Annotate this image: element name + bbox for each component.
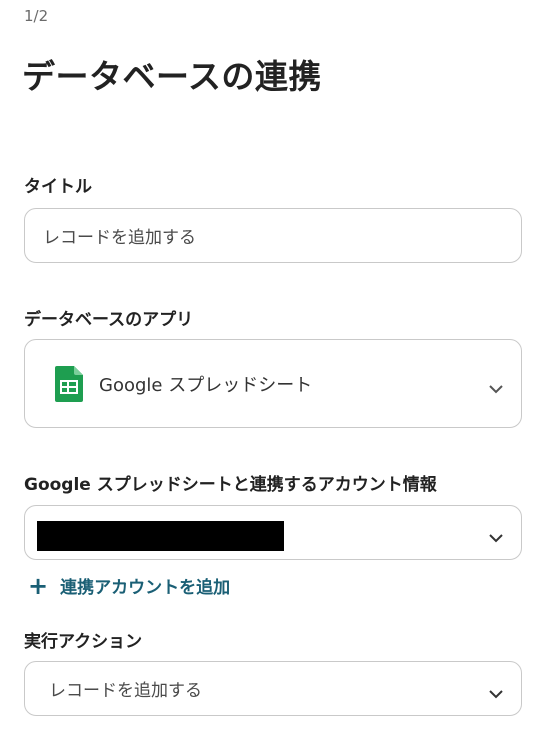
step-indicator: 1/2	[24, 7, 49, 25]
title-input-value: レコードを追加する	[43, 228, 196, 248]
chevron-down-icon	[489, 528, 503, 542]
redacted-account-value	[37, 521, 284, 551]
chevron-down-icon	[489, 684, 503, 698]
chevron-down-icon	[489, 379, 503, 393]
app-field-label: データベースのアプリ	[24, 310, 194, 330]
title-field-label: タイトル	[24, 177, 92, 197]
selected-action: レコードを追加する	[49, 681, 202, 701]
plus-icon: +	[28, 571, 49, 600]
title-input[interactable]: レコードを追加する	[24, 208, 522, 263]
action-select[interactable]: レコードを追加する	[24, 661, 522, 716]
app-select[interactable]: Google スプレッドシート	[24, 339, 522, 428]
google-sheets-icon	[55, 365, 83, 402]
account-field-label: Google スプレッドシートと連携するアカウント情報	[24, 475, 437, 495]
selected-app-name: Google スプレッドシート	[99, 374, 313, 396]
account-select[interactable]	[24, 505, 522, 560]
add-account-label: 連携アカウントを追加	[60, 578, 231, 598]
add-account-link[interactable]: + 連携アカウントを追加	[28, 571, 231, 600]
action-field-label: 実行アクション	[24, 632, 143, 652]
page-title: データベースの連携	[22, 57, 322, 96]
